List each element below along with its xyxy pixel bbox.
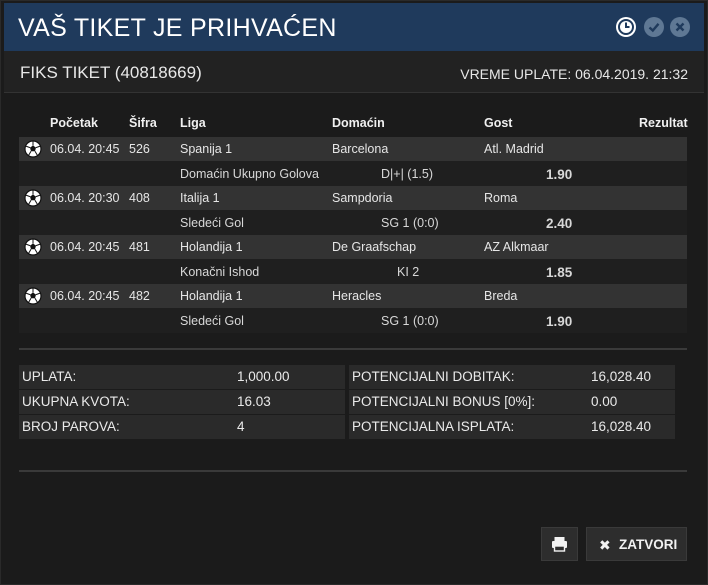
match-start: 06.04. 20:45: [50, 142, 120, 156]
match-away: Breda: [484, 289, 518, 303]
close-button-label: ZATVORI: [619, 537, 678, 552]
paid-time: VREME UPLATE: 06.04.2019. 21:32: [460, 66, 688, 82]
summary-value: 16,028.40: [591, 369, 652, 384]
summary-label: POTENCIJALNI BONUS [0%]:: [352, 394, 536, 409]
match-away: Roma: [484, 191, 518, 205]
table-header: Početak Šifra Liga Domaćin Gost Rezultat: [19, 112, 688, 137]
bet-market: Sledeći Gol: [180, 216, 244, 230]
summary-row: POTENCIJALNI DOBITAK: 16,028.40: [349, 365, 675, 389]
printer-icon: [552, 537, 567, 552]
match-main-row: 06.04. 20:45 526 Spanija 1 Barcelona Atl…: [19, 137, 687, 161]
matches-table: Početak Šifra Liga Domaćin Gost Rezultat…: [19, 112, 688, 333]
clock-icon[interactable]: [616, 17, 636, 37]
match-bet-row: Sledeći Gol SG 1 (0:0) 2.40: [19, 210, 687, 235]
match-start: 06.04. 20:30: [50, 191, 120, 205]
bet-pick: SG 1 (0:0): [381, 216, 439, 230]
match-main-row: 06.04. 20:30 408 Italija 1 Sampdoria Rom…: [19, 186, 687, 210]
soccer-ball-icon: [24, 140, 42, 158]
match-away: AZ Alkmaar: [484, 240, 549, 254]
close-circle-icon[interactable]: [670, 17, 690, 37]
close-button[interactable]: ✖ ZATVORI: [586, 527, 687, 561]
match-bet-row: Domaćin Ukupno Golova D|+| (1.5) 1.90: [19, 161, 687, 186]
match-home: De Graafschap: [332, 240, 417, 254]
match-row: 06.04. 20:30 408 Italija 1 Sampdoria Rom…: [19, 186, 687, 235]
header-code: Šifra: [129, 116, 157, 130]
ticket-subheader: FIKS TIKET (40818669) VREME UPLATE: 06.0…: [4, 51, 704, 93]
match-league: Holandija 1: [180, 289, 243, 303]
summary-row: BROJ PAROVA: 4: [19, 415, 345, 439]
ticket-modal: VAŠ TIKET JE PRIHVAĆEN FIKS TIKET (40818…: [0, 0, 708, 585]
summary-value: 4: [237, 419, 245, 434]
summary-label: BROJ PAROVA:: [22, 419, 120, 434]
match-row: 06.04. 20:45 526 Spanija 1 Barcelona Atl…: [19, 137, 687, 186]
summary-row: POTENCIJALNI BONUS [0%]: 0.00: [349, 390, 675, 414]
match-code: 481: [129, 240, 150, 254]
match-main-row: 06.04. 20:45 482 Holandija 1 Heracles Br…: [19, 284, 687, 308]
bet-pick: SG 1 (0:0): [381, 314, 439, 328]
soccer-ball-icon: [24, 287, 42, 305]
summary-value: 16.03: [237, 394, 271, 409]
summary-row: UPLATA: 1,000.00: [19, 365, 345, 389]
header-home: Domaćin: [332, 116, 385, 130]
modal-header: VAŠ TIKET JE PRIHVAĆEN: [4, 3, 704, 51]
x-icon: ✖: [599, 537, 611, 553]
header-start: Početak: [50, 116, 98, 130]
summary-label: UKUPNA KVOTA:: [22, 394, 130, 409]
summary-value: 1,000.00: [237, 369, 290, 384]
ticket-title: FIKS TIKET (40818669): [20, 63, 202, 82]
summary-value: 0.00: [591, 394, 618, 409]
match-away: Atl. Madrid: [484, 142, 544, 156]
match-home: Sampdoria: [332, 191, 393, 205]
summary-row: POTENCIJALNA ISPLATA: 16,028.40: [349, 415, 675, 439]
bet-odd: 1.90: [546, 314, 573, 329]
match-bet-row: Konačni Ishod KI 2 1.85: [19, 259, 687, 284]
header-league: Liga: [180, 116, 206, 130]
summary-value: 16,028.40: [591, 419, 652, 434]
summary-label: UPLATA:: [22, 369, 77, 384]
match-league: Holandija 1: [180, 240, 243, 254]
match-start: 06.04. 20:45: [50, 289, 120, 303]
match-bet-row: Sledeći Gol SG 1 (0:0) 1.90: [19, 308, 687, 333]
bet-market: Sledeći Gol: [180, 314, 244, 328]
divider: [19, 348, 687, 350]
match-row: 06.04. 20:45 481 Holandija 1 De Graafsch…: [19, 235, 687, 284]
summary-label: POTENCIJALNI DOBITAK:: [352, 369, 515, 384]
modal-title: VAŠ TIKET JE PRIHVAĆEN: [18, 14, 337, 42]
match-row: 06.04. 20:45 482 Holandija 1 Heracles Br…: [19, 284, 687, 333]
match-start: 06.04. 20:45: [50, 240, 120, 254]
match-home: Heracles: [332, 289, 382, 303]
bet-pick: KI 2: [397, 265, 420, 279]
divider: [19, 470, 687, 472]
match-league: Italija 1: [180, 191, 220, 205]
bet-market: Konačni Ishod: [180, 265, 260, 279]
bet-market: Domaćin Ukupno Golova: [180, 167, 319, 181]
match-home: Barcelona: [332, 142, 389, 156]
match-code: 482: [129, 289, 150, 303]
print-button[interactable]: [541, 527, 578, 561]
header-away: Gost: [484, 116, 513, 130]
bet-odd: 1.85: [546, 265, 573, 280]
summary-label: POTENCIJALNA ISPLATA:: [352, 419, 515, 434]
header-result: Rezultat: [639, 116, 688, 130]
soccer-ball-icon: [24, 238, 42, 256]
bet-odd: 1.90: [546, 167, 573, 182]
summary-left: UPLATA: 1,000.00 UKUPNA KVOTA: 16.03 BRO…: [19, 365, 345, 440]
match-main-row: 06.04. 20:45 481 Holandija 1 De Graafsch…: [19, 235, 687, 259]
summary-row: UKUPNA KVOTA: 16.03: [19, 390, 345, 414]
match-code: 408: [129, 191, 150, 205]
check-circle-icon[interactable]: [644, 17, 664, 37]
summary-right: POTENCIJALNI DOBITAK: 16,028.40 POTENCIJ…: [349, 365, 675, 440]
match-league: Spanija 1: [180, 142, 233, 156]
soccer-ball-icon: [24, 189, 42, 207]
match-code: 526: [129, 142, 150, 156]
bet-pick: D|+| (1.5): [381, 167, 433, 181]
bet-odd: 2.40: [546, 216, 573, 231]
